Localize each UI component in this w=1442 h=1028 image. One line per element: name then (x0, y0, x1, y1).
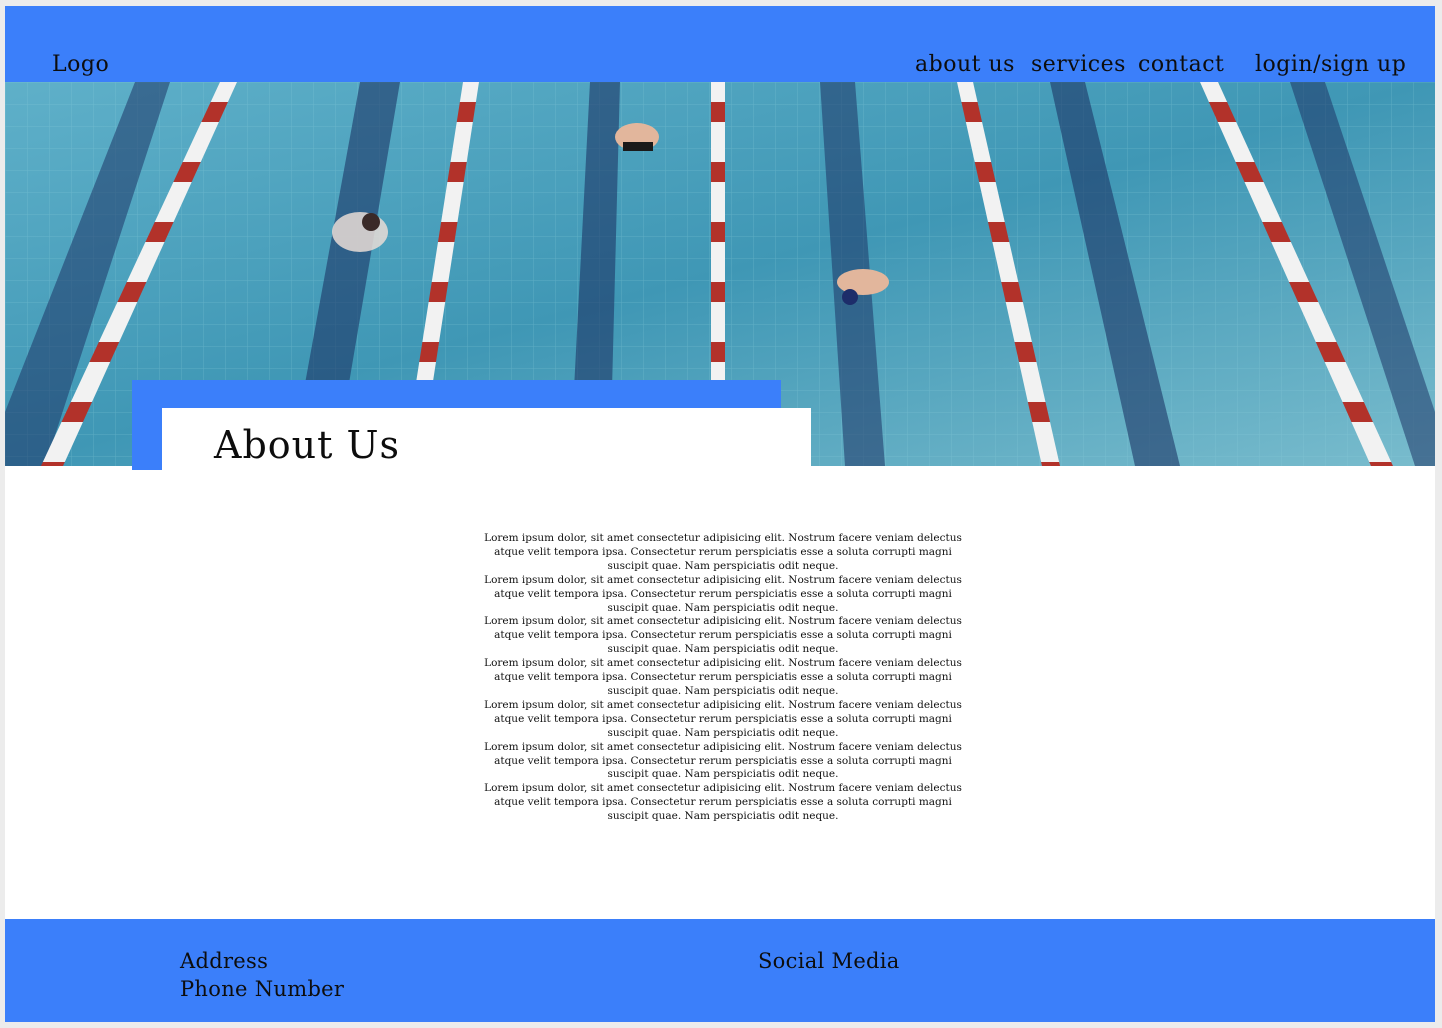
about-paragraph: Lorem ipsum dolor, sit amet consectetur … (484, 782, 962, 823)
footer-phone-number: Phone Number (180, 977, 345, 1001)
nav-about-us-link[interactable]: about us (915, 52, 1015, 77)
about-paragraph: Lorem ipsum dolor, sit amet consectetur … (484, 657, 962, 697)
site-footer: Address Phone Number Social Media (5, 919, 1435, 1022)
nav-login-signup-link[interactable]: login/sign up (1255, 52, 1406, 77)
about-paragraph: Lorem ipsum dolor, sit amet consectetur … (484, 615, 962, 656)
about-paragraph: Lorem ipsum dolor, sit amet consectetur … (484, 532, 962, 572)
page: Logo about us services contact login/sig… (5, 6, 1435, 1022)
footer-address: Address (180, 949, 269, 973)
nav-contact-link[interactable]: contact (1138, 52, 1224, 77)
footer-social-media[interactable]: Social Media (758, 949, 900, 973)
about-paragraph: Lorem ipsum dolor, sit amet consectetur … (484, 573, 962, 614)
about-us-heading: About Us (214, 423, 400, 467)
about-paragraph: Lorem ipsum dolor, sit amet consectetur … (484, 740, 962, 781)
site-header: Logo about us services contact login/sig… (5, 6, 1435, 82)
about-paragraph: Lorem ipsum dolor, sit amet consectetur … (484, 698, 962, 739)
logo[interactable]: Logo (52, 52, 109, 77)
about-content: Lorem ipsum dolor, sit amet consectetur … (473, 532, 973, 824)
nav-services-link[interactable]: services (1031, 52, 1126, 77)
